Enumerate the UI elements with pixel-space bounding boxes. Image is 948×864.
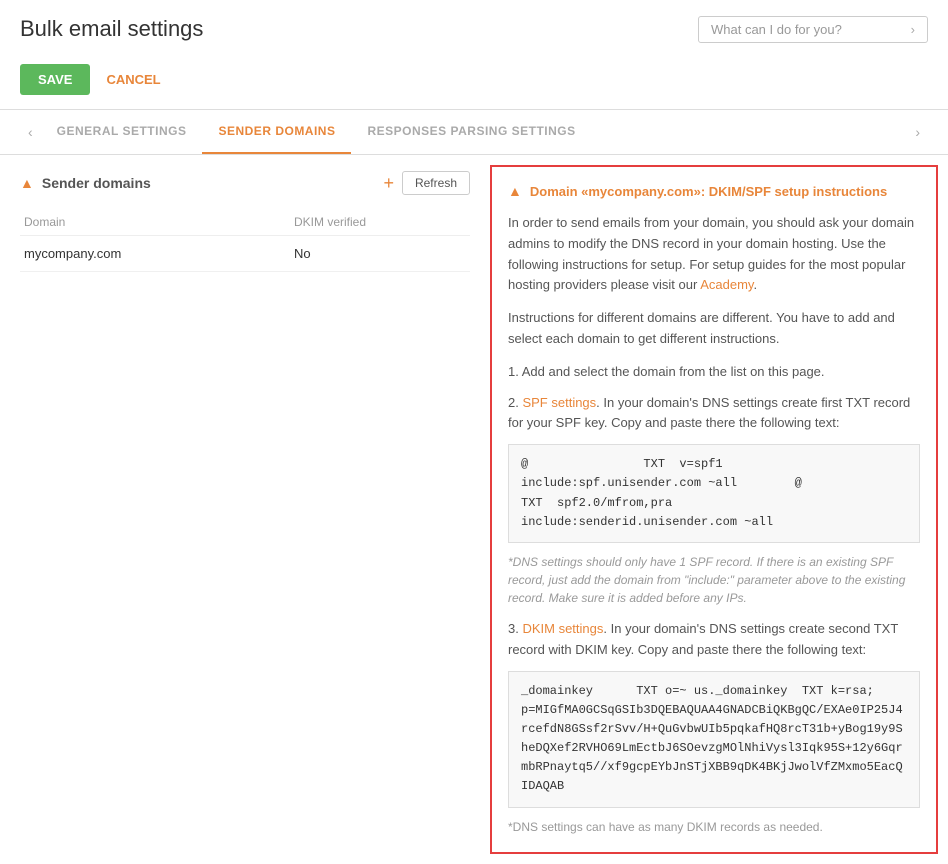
sender-domains-title: Sender domains <box>42 175 376 191</box>
spf-note: *DNS settings should only have 1 SPF rec… <box>508 553 920 607</box>
refresh-button[interactable]: Refresh <box>402 171 470 195</box>
spf-link[interactable]: SPF settings <box>522 395 596 410</box>
section-toggle-icon[interactable]: ▲ <box>20 175 34 191</box>
table-row[interactable]: mycompany.com No <box>20 236 470 272</box>
step2-text: 2. SPF settings. In your domain's DNS se… <box>508 393 920 435</box>
academy-link[interactable]: Academy <box>700 277 753 292</box>
right-panel: ▲ Domain «mycompany.com»: DKIM/SPF setup… <box>490 165 938 854</box>
dkim-code-block: _domainkey TXT o=~ us._domainkey TXT k=r… <box>508 671 920 808</box>
col-header-domain: Domain <box>20 209 290 236</box>
right-panel-toggle-icon[interactable]: ▲ <box>508 183 522 199</box>
dkim-verified-cell: No <box>290 236 470 272</box>
dkim-note: *DNS settings can have as many DKIM reco… <box>508 818 920 836</box>
left-panel: ▲ Sender domains + Refresh Domain DKIM v… <box>0 155 490 864</box>
tab-sender-domains[interactable]: SENDER DOMAINS <box>202 110 351 154</box>
save-button[interactable]: SAVE <box>20 64 90 95</box>
instructions-note: Instructions for different domains are d… <box>508 308 920 350</box>
tabs-prev-arrow[interactable]: ‹ <box>20 124 41 140</box>
right-panel-title: Domain «mycompany.com»: DKIM/SPF setup i… <box>530 184 887 199</box>
tabs-next-arrow[interactable]: › <box>907 124 928 140</box>
search-arrow-icon: › <box>911 22 915 37</box>
tab-general-settings[interactable]: GENERAL SETTINGS <box>41 110 203 154</box>
add-domain-button[interactable]: + <box>383 173 394 194</box>
dkim-link[interactable]: DKIM settings <box>522 621 603 636</box>
search-placeholder: What can I do for you? <box>711 22 911 37</box>
domains-table: Domain DKIM verified mycompany.com No <box>20 209 470 272</box>
spf-code-block: @ TXT v=spf1 include:spf.unisender.com ~… <box>508 444 920 543</box>
intro-text: In order to send emails from your domain… <box>508 213 920 296</box>
tab-responses-parsing[interactable]: RESPONSES PARSING SETTINGS <box>351 110 591 154</box>
step1-text: 1. Add and select the domain from the li… <box>508 362 920 383</box>
cancel-button[interactable]: CANCEL <box>106 72 160 87</box>
step3-text: 3. DKIM settings. In your domain's DNS s… <box>508 619 920 661</box>
domain-cell: mycompany.com <box>20 236 290 272</box>
col-header-dkim: DKIM verified <box>290 209 470 236</box>
